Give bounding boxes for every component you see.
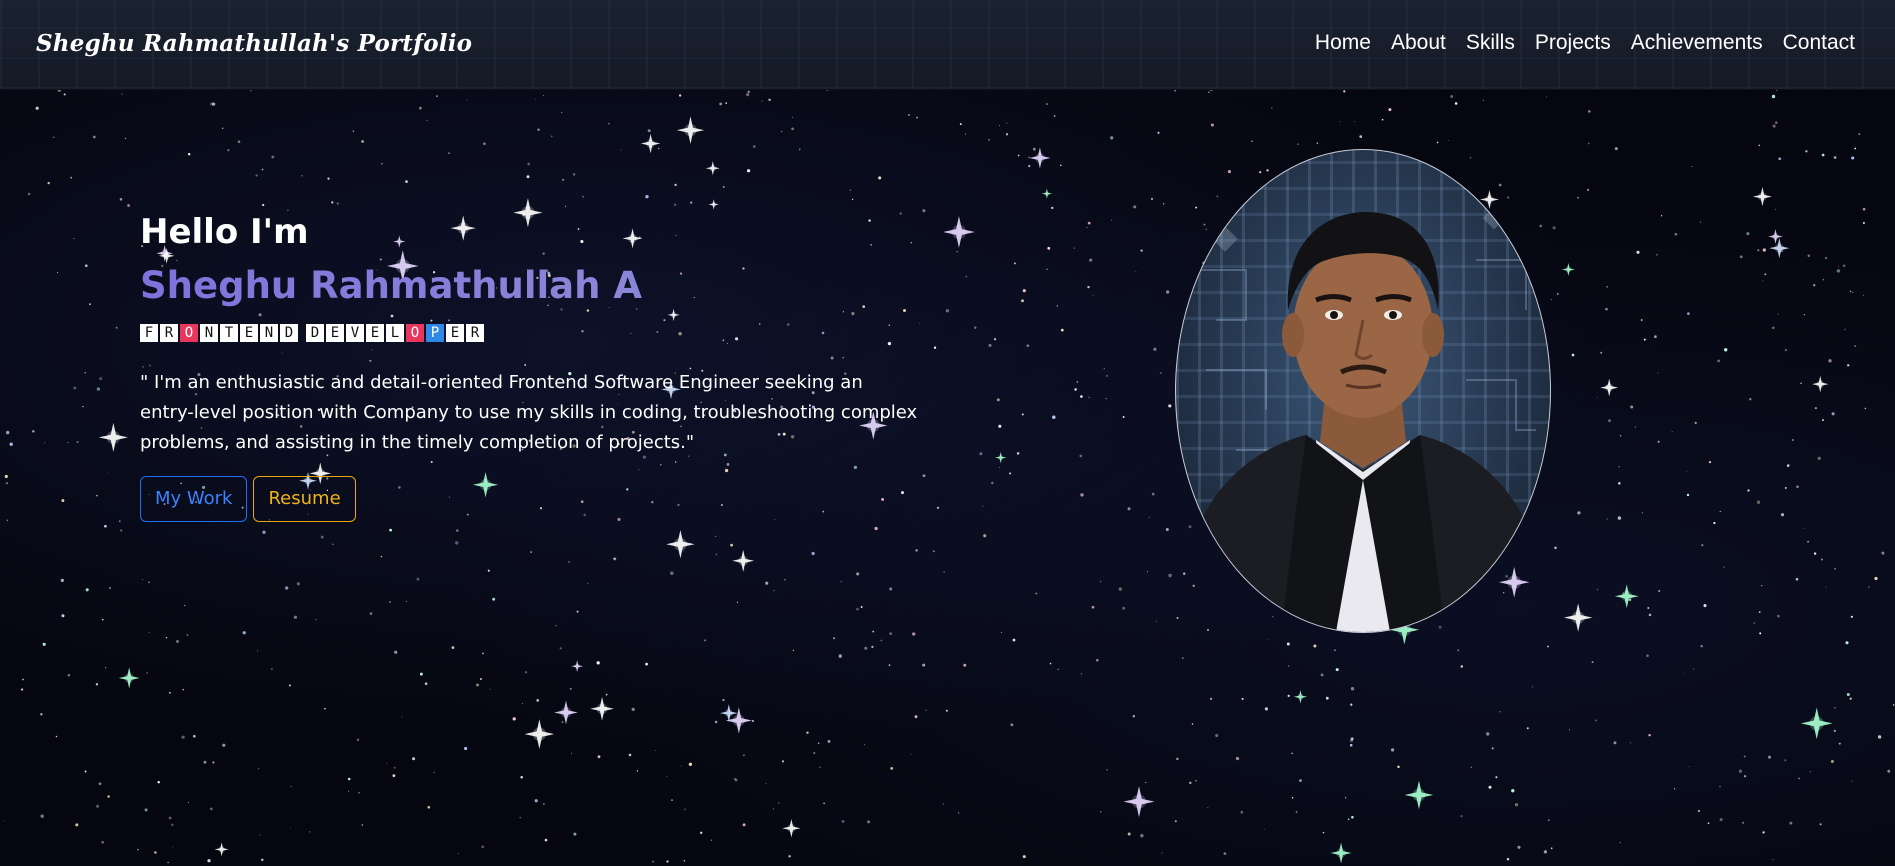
name-heading: Sheghu Rahmathullah A bbox=[140, 262, 920, 310]
sparkle-star bbox=[1561, 262, 1575, 277]
role-letter: T bbox=[220, 324, 238, 342]
sparkle-star bbox=[1768, 229, 1783, 244]
nav-home-link[interactable]: Home bbox=[1315, 31, 1371, 55]
sparkle-star bbox=[732, 549, 755, 572]
sparkle-star bbox=[705, 161, 720, 176]
sparkle-star bbox=[524, 719, 555, 749]
sparkle-star bbox=[1614, 584, 1639, 609]
role-letter: P bbox=[426, 324, 444, 342]
resume-button[interactable]: Resume bbox=[253, 476, 356, 522]
role-letter: E bbox=[366, 324, 384, 342]
role-letter: V bbox=[346, 324, 364, 342]
nav-projects-link[interactable]: Projects bbox=[1535, 31, 1611, 55]
role-letter: D bbox=[280, 324, 298, 342]
hero-buttons: My Work Resume bbox=[140, 476, 920, 522]
role-letter: D bbox=[306, 324, 324, 342]
my-work-button[interactable]: My Work bbox=[140, 476, 248, 522]
sparkle-star bbox=[994, 451, 1007, 464]
sparkle-star bbox=[782, 819, 801, 838]
sparkle-star bbox=[1800, 707, 1833, 740]
role-letter bbox=[300, 324, 304, 342]
nav-achievements-link[interactable]: Achievements bbox=[1631, 31, 1763, 55]
sparkle-star bbox=[98, 422, 128, 452]
portfolio-page: Sheghu Rahmathullah's Portfolio Home Abo… bbox=[0, 0, 1895, 866]
sparkle-star bbox=[676, 116, 705, 144]
role-letter: E bbox=[446, 324, 464, 342]
sparkle-star bbox=[640, 133, 661, 154]
sparkle-star bbox=[1404, 780, 1434, 810]
navbar: Sheghu Rahmathullah's Portfolio Home Abo… bbox=[0, 0, 1895, 90]
nav-menu: Home About Skills Projects Achievements … bbox=[1315, 31, 1855, 55]
summary-text: " I'm an enthusiastic and detail-oriente… bbox=[140, 372, 918, 453]
role-title: FRONTENDDEVELOPER bbox=[140, 324, 920, 342]
person-portrait-icon bbox=[1186, 206, 1540, 632]
brand-logo[interactable]: Sheghu Rahmathullah's Portfolio bbox=[36, 30, 472, 57]
sparkle-star bbox=[554, 700, 578, 725]
sparkle-star bbox=[708, 199, 719, 210]
nav-about-link[interactable]: About bbox=[1391, 31, 1446, 55]
sparkle-star bbox=[118, 667, 140, 689]
role-letter: R bbox=[466, 324, 484, 342]
role-letter: F bbox=[140, 324, 158, 342]
sparkle-star bbox=[1752, 187, 1772, 207]
profile-photo bbox=[1175, 149, 1551, 633]
sparkle-star bbox=[1293, 690, 1308, 704]
sparkle-star bbox=[1600, 378, 1619, 397]
greeting-heading: Hello I'm bbox=[140, 212, 309, 252]
role-letter: L bbox=[386, 324, 404, 342]
sparkle-star bbox=[1769, 238, 1790, 259]
sparkle-star bbox=[943, 216, 975, 248]
nav-skills-link[interactable]: Skills bbox=[1466, 31, 1515, 55]
sparkle-star bbox=[1563, 603, 1593, 632]
nav-contact-link[interactable]: Contact bbox=[1783, 31, 1855, 55]
sparkle-star bbox=[1812, 375, 1829, 393]
hero-section: Hello I'm Sheghu Rahmathullah A FRONTEND… bbox=[140, 210, 920, 522]
role-letter: O bbox=[180, 324, 198, 342]
role-letter: N bbox=[200, 324, 218, 342]
sparkle-star bbox=[214, 842, 229, 857]
sparkle-star bbox=[590, 696, 614, 721]
sparkle-star bbox=[571, 660, 584, 673]
role-letter: R bbox=[160, 324, 178, 342]
role-letter: N bbox=[260, 324, 278, 342]
role-letter: E bbox=[326, 324, 344, 342]
sparkle-star bbox=[666, 530, 695, 559]
role-letter: O bbox=[406, 324, 424, 342]
role-letter: E bbox=[240, 324, 258, 342]
sparkle-star bbox=[1041, 188, 1053, 199]
sparkle-star bbox=[1029, 147, 1051, 169]
sparkle-star bbox=[1123, 786, 1155, 818]
sparkle-star bbox=[1330, 842, 1352, 864]
